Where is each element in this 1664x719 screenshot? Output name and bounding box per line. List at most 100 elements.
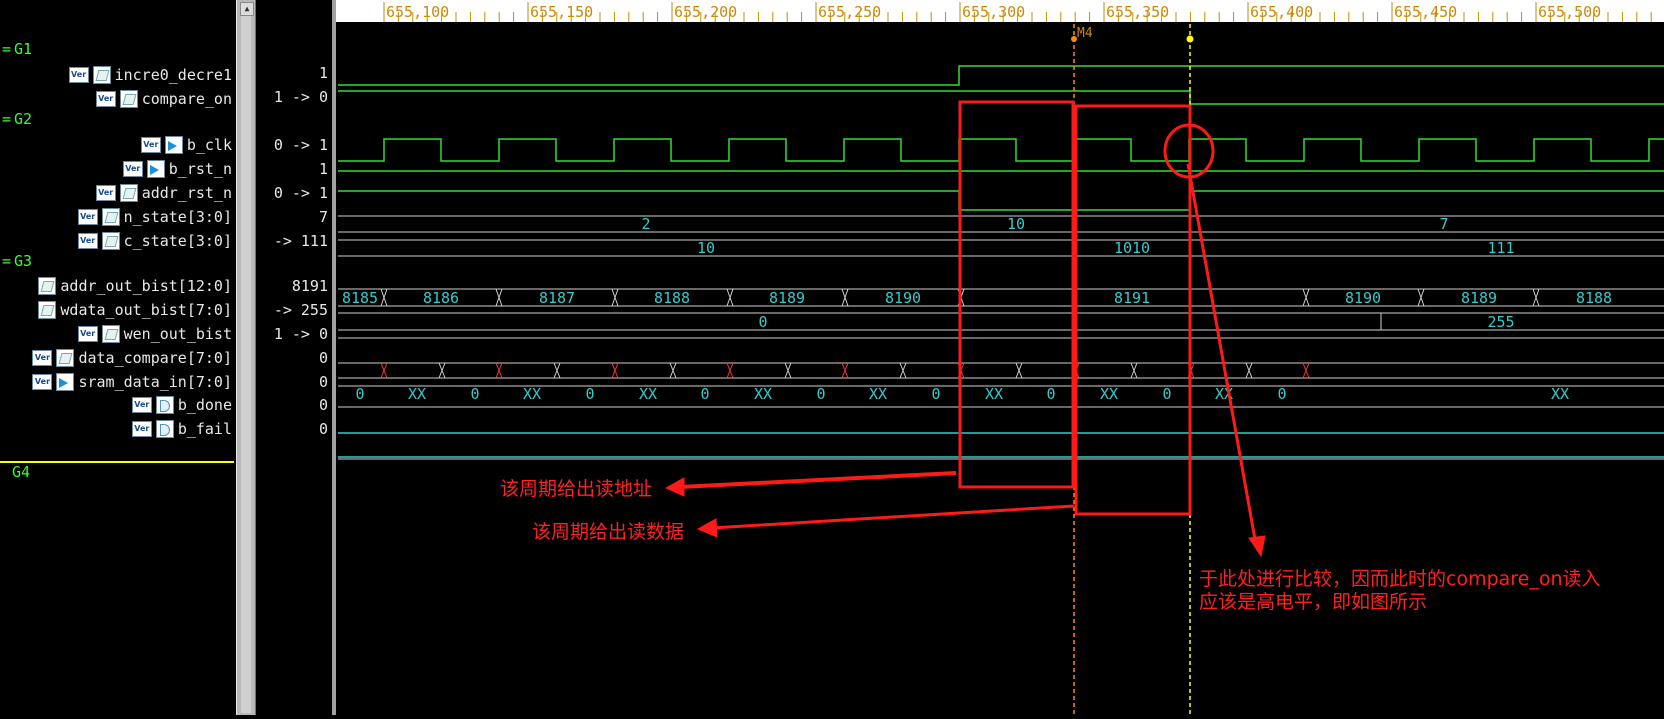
addr-transition-mark (611, 288, 619, 307)
sram-transitions (380, 362, 1310, 379)
n-state-value: 2 (641, 215, 650, 233)
verilog-icon: Ver (32, 374, 53, 390)
value-b-rst-n: 1 (318, 160, 328, 178)
signal-name: c_state[3:0] (123, 232, 232, 250)
addr-value: 8185 (342, 289, 378, 307)
tick-label: 655,250 (818, 3, 881, 21)
wave-incre0-decre1 (338, 65, 1664, 86)
addr-value: 8191 (1114, 289, 1150, 307)
signal-row-incre0-decre1[interactable]: Ver incre0_decre1 (68, 64, 232, 86)
sram-transition-mark (899, 362, 907, 379)
sram-data-labels: 0 XX 0 XX 0 XX 0 XX 0 XX 0 XX 0 XX 0 XX … (355, 385, 1569, 403)
sram-value: 0 (1277, 385, 1286, 403)
signal-row-c-state[interactable]: Ver c_state[3:0] (77, 230, 232, 252)
tick-label: 655,400 (1250, 3, 1313, 21)
value-b-clk: 0 -> 1 (273, 136, 328, 154)
signal-row-wen-out-bist[interactable]: Ver wen_out_bist (77, 323, 232, 345)
vertical-scrollbar[interactable]: ▲ (236, 0, 256, 715)
sram-transition-mark (726, 362, 734, 379)
internal-signal-icon (56, 349, 75, 367)
sram-transition-mark (841, 362, 849, 379)
signal-row-wdata-out-bist[interactable]: wdata_out_bist[7:0] (38, 299, 232, 321)
scrollbar-track[interactable] (241, 16, 251, 713)
addr-value: 8189 (769, 289, 805, 307)
input-port-icon (56, 373, 75, 391)
wdata-value: 255 (1487, 313, 1514, 331)
signal-row-addr-rst-n[interactable]: Ver addr_rst_n (95, 182, 232, 204)
signal-row-n-state[interactable]: Ver n_state[3:0] (77, 206, 232, 228)
annotation-read-address: 该周期给出读地址 (500, 478, 653, 500)
verilog-icon: Ver (68, 67, 89, 83)
n-state-value: 7 (1439, 215, 1448, 233)
sram-value: 0 (1162, 385, 1171, 403)
sram-transition-mark (669, 362, 677, 379)
group-g2[interactable]: = G2 (2, 110, 32, 128)
value-incre0-decre1: 1 (318, 64, 328, 82)
signal-name: compare_on (141, 90, 232, 108)
group-expanded-icon: = (2, 40, 12, 58)
sram-value: XX (985, 385, 1003, 403)
waveform-canvas[interactable]: 655,100 655,150 655,200 655,250 655,300 … (336, 0, 1664, 715)
c-state-value: 10 (697, 239, 715, 257)
value-wen-out-bist: 1 -> 0 (273, 325, 328, 343)
verilog-icon: Ver (140, 137, 161, 153)
signal-name: addr_out_bist[12:0] (60, 277, 232, 295)
verilog-icon: Ver (77, 233, 98, 249)
sram-value: 0 (355, 385, 364, 403)
internal-signal-icon (38, 301, 57, 319)
signal-row-compare-on[interactable]: Ver compare_on (95, 88, 232, 110)
signal-row-b-rst-n[interactable]: Ver b_rst_n (122, 158, 232, 180)
tick-label: 655,450 (1394, 3, 1457, 21)
wdata-value: 0 (758, 313, 767, 331)
signal-name-pane: = G1 Ver incre0_decre1 Ver compare_on = G2… (0, 0, 236, 715)
signal-row-b-clk[interactable]: Ver b_clk (140, 134, 232, 156)
tick-label: 655,300 (962, 3, 1025, 21)
group-g1[interactable]: = G1 (2, 40, 32, 58)
sram-value: 0 (470, 385, 479, 403)
signal-name: b_done (177, 396, 232, 414)
n-state-value: 10 (1007, 215, 1025, 233)
wave-b-clk (338, 138, 1664, 162)
sram-transition-mark (611, 362, 619, 379)
group-expanded-icon: = (2, 252, 12, 270)
verilog-icon: Ver (131, 421, 152, 437)
sram-value: XX (408, 385, 426, 403)
ruler-labels: 655,100 655,150 655,200 655,250 655,300 … (386, 3, 1601, 21)
addr-transition-mark (726, 288, 734, 307)
value-b-done: 0 (318, 396, 328, 414)
signal-row-b-fail[interactable]: Ver b_fail (131, 418, 232, 440)
internal-signal-icon (101, 325, 120, 343)
marker-m4-label: M4 (1077, 26, 1093, 41)
sram-transition-mark (380, 362, 388, 379)
signal-row-data-compare[interactable]: Ver data_compare[7:0] (32, 347, 232, 369)
signal-row-sram-data-in[interactable]: Ver sram_data_in[7:0] (32, 371, 232, 393)
verilog-icon: Ver (95, 185, 116, 201)
waveform-pane[interactable]: 655,100 655,150 655,200 655,250 655,300 … (336, 0, 1664, 715)
addr-value: 8190 (885, 289, 921, 307)
value-compare-on: 1 -> 0 (273, 88, 328, 106)
annotation-arrows (664, 163, 1266, 558)
addr-transition-mark (1532, 288, 1540, 307)
annotation-read-data: 该周期给出读数据 (532, 521, 685, 543)
output-port-icon (155, 396, 174, 414)
signal-row-addr-out-bist[interactable]: addr_out_bist[12:0] (38, 275, 232, 297)
sram-transition-mark (784, 362, 792, 379)
signal-name: wen_out_bist (123, 325, 232, 343)
sram-value: 0 (700, 385, 709, 403)
addr-transition-mark (841, 288, 849, 307)
scroll-up-icon[interactable]: ▲ (240, 2, 254, 16)
verilog-icon: Ver (95, 91, 116, 107)
value-addr-out-bist: 8191 (291, 277, 328, 295)
sram-value: XX (523, 385, 541, 403)
sram-transition-mark (1130, 362, 1138, 379)
signal-row-b-done[interactable]: Ver b_done (131, 394, 232, 416)
sram-value: 0 (931, 385, 940, 403)
sram-value: 0 (1046, 385, 1055, 403)
tick-label: 655,500 (1538, 3, 1601, 21)
group-g4[interactable]: G4 (12, 463, 30, 481)
signal-name: sram_data_in[7:0] (78, 373, 232, 391)
group-g3[interactable]: = G3 (2, 252, 32, 270)
cursor-handle[interactable] (1186, 35, 1194, 43)
verilog-icon: Ver (77, 209, 98, 225)
sram-transition-mark (553, 362, 561, 379)
